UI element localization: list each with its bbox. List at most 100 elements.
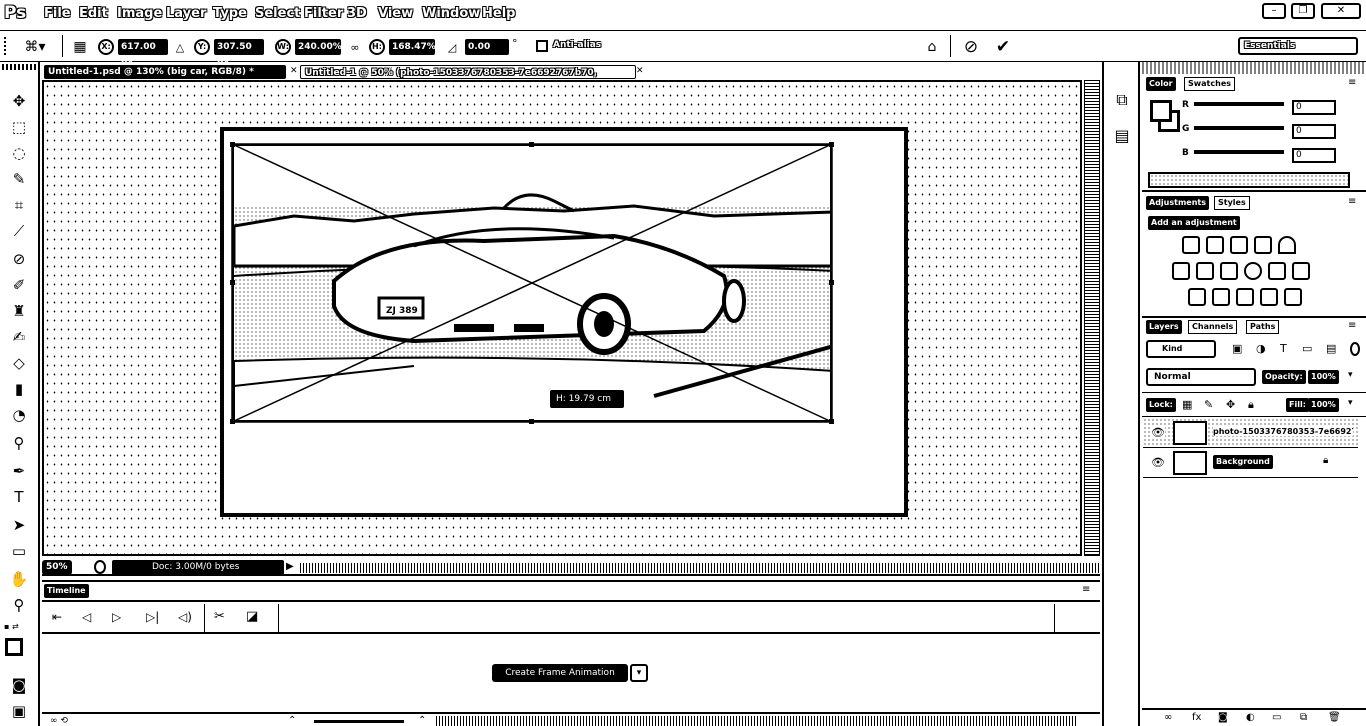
new-layer-icon[interactable]: ⧉ [1300, 712, 1307, 723]
filter-type-icon[interactable]: T [1280, 342, 1287, 355]
reference-point-icon[interactable]: ▦ [70, 37, 90, 57]
height-input[interactable]: 168.47% [389, 39, 436, 55]
fill-dropdown-icon[interactable]: ▾ [1348, 398, 1353, 408]
threshold-icon[interactable] [1236, 288, 1254, 306]
visibility-eye-icon[interactable]: 👁︎ [1151, 426, 1165, 439]
lock-transparent-icon[interactable]: ▦ [1182, 398, 1192, 411]
lasso-tool-icon[interactable]: ◌ [8, 142, 30, 164]
channel-g-input[interactable]: 0 [1292, 124, 1336, 139]
opacity-dropdown-icon[interactable]: ▾ [1348, 370, 1353, 380]
lock-image-icon[interactable]: ✎ [1204, 398, 1213, 411]
doc-info[interactable]: Doc: 3.00M/0 bytes [112, 560, 284, 575]
add-mask-icon[interactable]: ◙ [1218, 712, 1228, 723]
blend-mode-select[interactable]: Normal [1146, 368, 1256, 386]
channel-b-input[interactable]: 0 [1292, 148, 1336, 163]
visibility-eye-icon[interactable]: 👁︎ [1151, 456, 1165, 469]
screen-mode-icon[interactable]: ▣ [8, 700, 30, 722]
crop-tool-icon[interactable]: ⌗ [8, 194, 30, 216]
doc-tab-active[interactable]: Untitled-1.psd @ 130% (big car, RGB/8) * [44, 65, 286, 79]
move-tool-icon[interactable]: ✥ [8, 90, 30, 112]
play-icon[interactable]: ▷ [112, 610, 121, 624]
layer-row[interactable]: 👁︎ photo-1503376780353-7e6692767b70 [1143, 418, 1358, 448]
zoom-tool-icon[interactable]: ⚲ [8, 594, 30, 616]
loop-icon[interactable]: ∞ ⟲ [50, 716, 68, 726]
marquee-tool-icon[interactable]: ⬚ [8, 116, 30, 138]
channel-r-input[interactable]: 0 [1292, 100, 1336, 115]
transition-icon[interactable]: ◪ [246, 609, 258, 624]
posterize-icon[interactable] [1212, 288, 1230, 306]
doc-tab-inactive[interactable]: Untitled-1 @ 50% (photo-1503376780353-7e… [300, 65, 636, 92]
lock-all-icon[interactable]: 🔒︎ [1248, 398, 1254, 412]
lock-position-icon[interactable]: ✥ [1226, 398, 1235, 411]
channel-mixer-icon[interactable] [1268, 262, 1286, 280]
filter-shape-icon[interactable]: ▭ [1302, 342, 1312, 355]
vibrance-icon[interactable] [1278, 236, 1296, 254]
antialias-checkbox[interactable] [536, 40, 548, 52]
transform-bounding-box[interactable] [230, 142, 834, 424]
width-input[interactable]: 240.00% [295, 39, 342, 55]
zoom-level[interactable]: 50% [42, 560, 72, 575]
color-balance-icon[interactable] [1196, 262, 1214, 280]
commit-transform-icon[interactable]: ✔ [992, 36, 1014, 58]
create-animation-dropdown-icon[interactable]: ▾ [630, 664, 648, 682]
eyedropper-tool-icon[interactable]: ⟋ [8, 220, 30, 242]
transform-handle[interactable] [230, 419, 235, 424]
color-ramp[interactable] [1148, 172, 1350, 188]
audio-icon[interactable]: ◁) [178, 610, 192, 624]
menu-help[interactable]: Help [482, 6, 515, 21]
invert-icon[interactable] [1188, 288, 1206, 306]
filter-smart-object-icon[interactable]: ▤ [1326, 342, 1336, 355]
minimize-button[interactable]: – [1262, 3, 1286, 19]
hue-saturation-icon[interactable] [1172, 262, 1190, 280]
y-input[interactable]: 307.50 px [214, 39, 264, 68]
menu-layer[interactable]: Layer [166, 6, 206, 21]
close-tab-icon[interactable]: ✕ [636, 66, 644, 76]
curves-icon[interactable] [1230, 236, 1248, 254]
menu-view[interactable]: View [378, 6, 413, 21]
opacity-input[interactable]: 100% [1308, 370, 1339, 384]
black-white-icon[interactable] [1220, 262, 1238, 280]
channel-b-slider[interactable] [1194, 150, 1284, 154]
transform-handle[interactable] [829, 142, 834, 147]
warp-icon[interactable]: ⌂ [922, 37, 942, 57]
menu-edit[interactable]: Edit [79, 6, 108, 21]
transform-handle[interactable] [230, 142, 235, 147]
transform-handle[interactable] [829, 280, 834, 285]
new-adjustment-layer-icon[interactable]: ◐ [1246, 712, 1255, 723]
create-frame-animation-button[interactable]: Create Frame Animation [492, 664, 628, 682]
transform-tool-preset-icon[interactable]: ⌘▾ [20, 37, 50, 57]
menu-window[interactable]: Window [422, 6, 480, 21]
panel-menu-icon[interactable]: ≡ [1348, 320, 1356, 331]
photo-filter-icon[interactable] [1244, 262, 1262, 280]
tab-channels[interactable]: Channels [1188, 320, 1238, 334]
fill-input[interactable]: 100% [1308, 398, 1339, 412]
x-input[interactable]: 617.00 px [118, 39, 168, 68]
canvas-vertical-scrollbar[interactable] [1084, 80, 1100, 556]
color-foreground-swatch[interactable] [1150, 100, 1172, 122]
zoom-in-timeline-icon[interactable]: ⌃ [418, 715, 426, 726]
tab-paths[interactable]: Paths [1246, 320, 1280, 334]
gradient-map-icon[interactable] [1284, 288, 1302, 306]
panel-menu-icon[interactable]: ≡ [1348, 196, 1356, 207]
eraser-tool-icon[interactable]: ◇ [8, 352, 30, 374]
layer-row[interactable]: 👁︎ Background 🔒︎ [1143, 448, 1358, 478]
exposure-icon[interactable] [1254, 236, 1272, 254]
close-tab-icon[interactable]: ✕ [290, 66, 298, 76]
menu-select[interactable]: Select [255, 6, 300, 21]
quick-mask-icon[interactable]: ◙ [8, 674, 30, 696]
channel-g-slider[interactable] [1194, 126, 1284, 130]
gradient-tool-icon[interactable]: ▮ [8, 378, 30, 400]
brightness-contrast-icon[interactable] [1182, 236, 1200, 254]
brush-tool-icon[interactable]: ✐ [8, 274, 30, 296]
workspace-switcher[interactable]: Essentials [1238, 37, 1358, 55]
rectangle-tool-icon[interactable]: ▭ [8, 540, 30, 562]
history-brush-tool-icon[interactable]: ✍ [8, 326, 30, 348]
angle-input[interactable]: 0.00 [465, 39, 509, 55]
close-window-button[interactable]: ✕ [1321, 3, 1361, 19]
timeline-scrollbar[interactable] [436, 716, 1076, 726]
link-layers-icon[interactable]: ∞ [1164, 712, 1172, 723]
transform-handle[interactable] [529, 142, 534, 147]
hand-tool-icon[interactable]: ✋ [8, 568, 30, 590]
transform-handle[interactable] [529, 419, 534, 424]
levels-icon[interactable] [1206, 236, 1224, 254]
